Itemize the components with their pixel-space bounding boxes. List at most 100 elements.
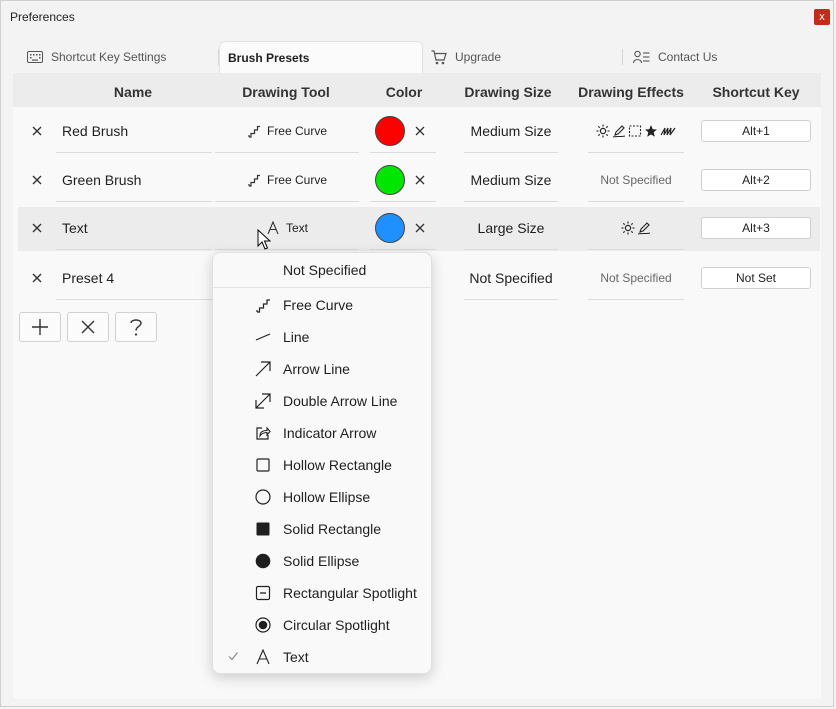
tab-contact-us[interactable]: Contact Us [633,41,819,73]
add-preset-button[interactable] [19,312,61,342]
drawing-size-select[interactable]: Medium Size [464,110,558,153]
scribble-icon [660,127,676,136]
table-header: Name Drawing Tool Color Drawing Size Dra… [13,73,821,107]
clear-color-icon[interactable] [415,223,425,233]
delete-row-icon[interactable] [30,271,44,285]
solid-ellipse-icon [255,553,271,569]
window-title: Preferences [10,10,75,24]
hollow-ellipse-icon [255,489,271,505]
color-swatch[interactable] [375,213,405,243]
preset-name-field[interactable]: Preset 4 [56,257,212,300]
tab-brush-presets[interactable]: Brush Presets [219,41,423,73]
tab-shortcut-key-settings[interactable]: Shortcut Key Settings [27,41,217,73]
shortcut-key-button[interactable]: Alt+3 [701,217,811,239]
dropdown-item-hollow-ellipse[interactable]: Hollow Ellipse [213,481,431,513]
drawing-effects-cell[interactable]: Not Specified [588,257,684,300]
tab-label: Upgrade [455,50,502,64]
dropdown-item-free-curve[interactable]: Free Curve [213,289,431,321]
help-button[interactable] [115,312,157,342]
dropdown-item-label: Free Curve [283,297,354,313]
dropdown-item-label: Solid Rectangle [283,521,382,537]
line-icon [255,333,271,341]
checkmark-icon [228,652,238,661]
drawing-effects-cell[interactable] [588,207,684,250]
delete-row-icon[interactable] [30,173,44,187]
dropdown-item-label: Indicator Arrow [283,425,377,441]
drawing-tool-select[interactable]: Text [215,207,359,250]
drawing-effects-cell[interactable] [588,110,684,153]
color-cell [370,207,436,250]
color-swatch[interactable] [375,116,405,146]
arrow-line-icon [255,361,271,377]
shortcut-key-button[interactable]: Not Set [701,267,811,289]
delete-row-icon[interactable] [30,124,44,138]
tab-label: Shortcut Key Settings [51,50,167,64]
delete-row-icon[interactable] [30,221,44,235]
dropdown-item-double-arrow-line[interactable]: Double Arrow Line [213,385,431,417]
dropdown-item-label: Not Specified [283,262,367,278]
preset-name-field[interactable]: Text [56,207,212,250]
rect-spotlight-icon [255,585,271,601]
dropdown-item-circular-spotlight[interactable]: Circular Spotlight [213,609,431,641]
question-icon [130,319,142,336]
dropdown-item-arrow-line[interactable]: Arrow Line [213,353,431,385]
table-row: Red Brush Free Curve Medium Size Alt+1 [18,110,820,154]
dropdown-item-not-specified[interactable]: Not Specified [213,254,431,286]
dropdown-item-solid-rectangle[interactable]: Solid Rectangle [213,513,431,545]
drawing-size-select[interactable]: Not Specified [464,257,558,300]
dropdown-item-label: Arrow Line [283,361,350,377]
color-swatch[interactable] [375,165,405,195]
dropdown-item-label: Text [283,649,309,665]
brightness-icon [621,221,635,235]
column-header-shortcut-key: Shortcut Key [712,84,800,100]
preset-name-field[interactable]: Green Brush [56,159,212,202]
tab-upgrade[interactable]: Upgrade [431,41,621,73]
tab-bar: Shortcut Key Settings Brush Presets Upgr… [13,41,821,73]
column-header-drawing-effects: Drawing Effects [578,84,684,100]
circle-spotlight-icon [255,617,271,633]
preset-name-field[interactable]: Red Brush [56,110,212,153]
shortcut-key-cell: Alt+1 [701,110,811,152]
drawing-effects-cell[interactable]: Not Specified [588,159,684,202]
clear-color-icon[interactable] [415,126,425,136]
brightness-icon [596,124,610,138]
shortcut-key-cell: Alt+2 [701,159,811,201]
indicator-arrow-icon [256,426,271,440]
title-bar: Preferences x [1,1,833,33]
color-cell [370,110,436,153]
cart-icon [431,49,447,65]
free-curve-icon [248,125,260,138]
dropdown-divider [213,287,431,288]
star-icon [645,125,657,137]
dropdown-item-label: Hollow Rectangle [283,457,392,473]
drawing-tool-select[interactable]: Free Curve [215,159,359,202]
drawing-size-select[interactable]: Large Size [464,207,558,250]
delete-preset-button[interactable] [67,312,109,342]
close-icon [81,320,95,334]
dropdown-item-hollow-rectangle[interactable]: Hollow Rectangle [213,449,431,481]
drawing-tool-select[interactable]: Free Curve [215,110,359,153]
dropdown-item-label: Line [283,329,310,345]
dropdown-item-indicator-arrow[interactable]: Indicator Arrow [213,417,431,449]
close-window-button[interactable]: x [814,9,830,25]
shortcut-key-button[interactable]: Alt+1 [701,120,811,142]
preferences-window: Preferences x Shortcut Key Settings Brus… [0,0,834,707]
shortcut-key-button[interactable]: Alt+2 [701,169,811,191]
column-header-drawing-tool: Drawing Tool [242,84,330,100]
drawing-tool-label: Text [285,221,308,235]
pen-icon [637,222,651,235]
hollow-rect-icon [256,458,270,472]
contact-icon [633,50,650,64]
keyboard-icon [27,51,43,63]
shortcut-key-cell: Alt+3 [701,207,811,249]
dropdown-item-rectangular-spotlight[interactable]: Rectangular Spotlight [213,577,431,609]
clear-color-icon[interactable] [415,175,425,185]
drawing-size-select[interactable]: Medium Size [464,159,558,202]
text-icon [256,649,270,665]
solid-rect-icon [256,522,270,536]
dropdown-item-label: Hollow Ellipse [283,489,371,505]
dropdown-item-line[interactable]: Line [213,321,431,353]
dropdown-item-text[interactable]: Text [213,641,431,673]
dropdown-item-solid-ellipse[interactable]: Solid Ellipse [213,545,431,577]
mouse-cursor-icon [257,229,271,250]
